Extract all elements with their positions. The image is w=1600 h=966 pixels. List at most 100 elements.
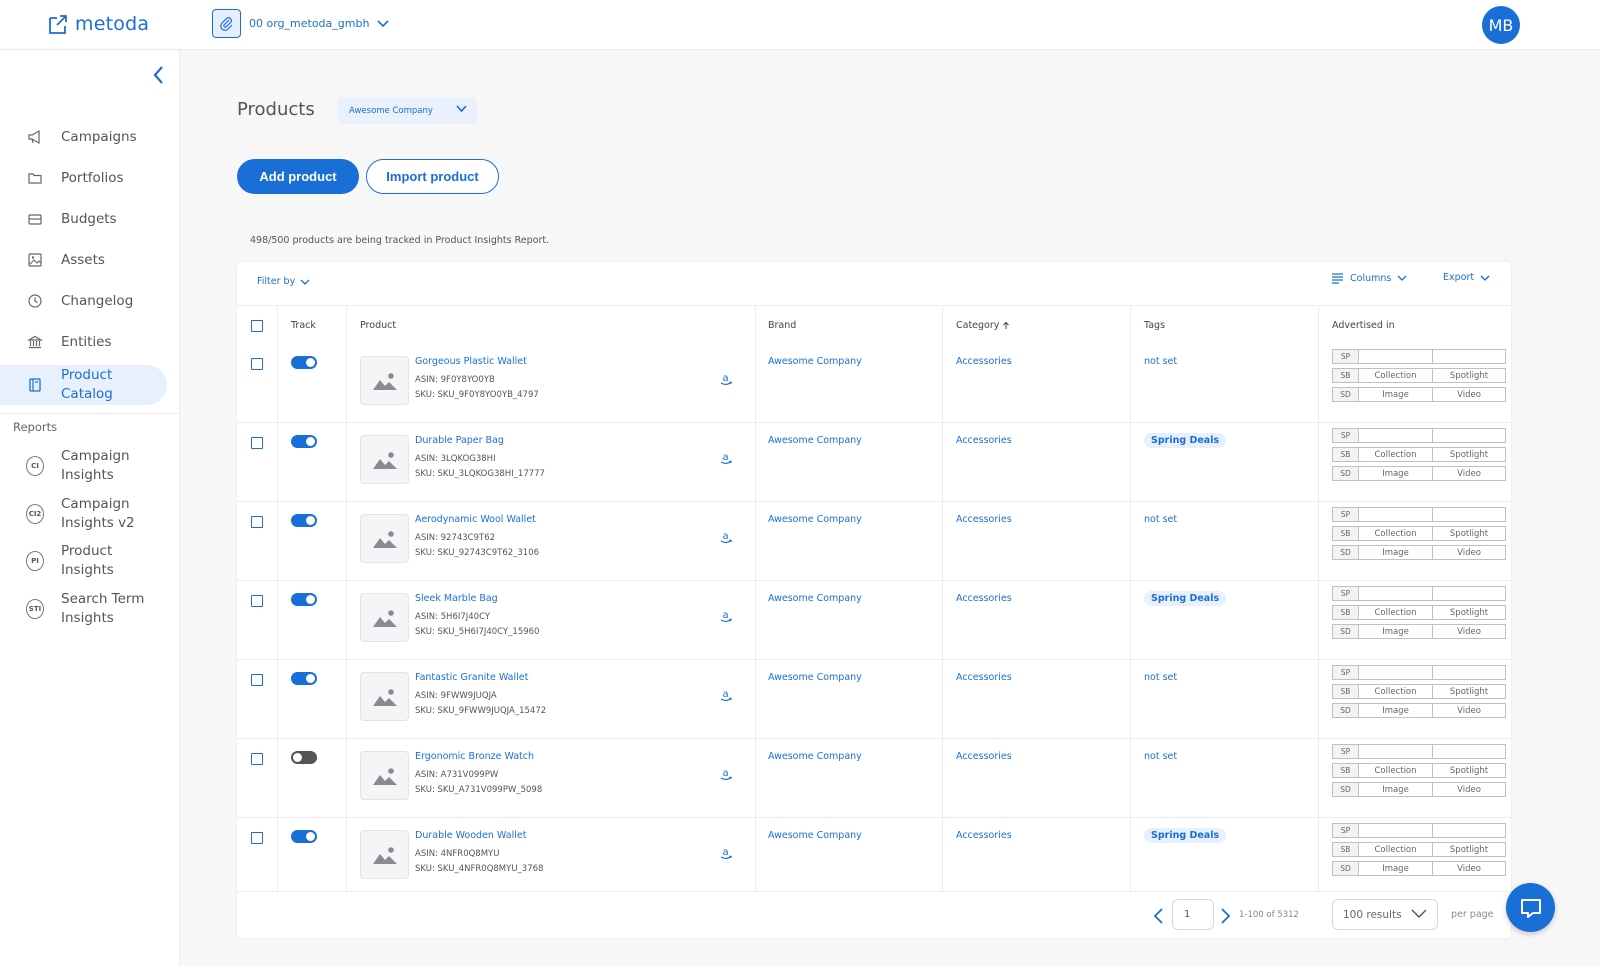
sidebar-item-product-catalog[interactable]: Product Catalog: [0, 365, 167, 405]
campaign-insights-v2-icon: CI2: [26, 504, 44, 524]
brand-link[interactable]: Awesome Company: [768, 514, 862, 525]
sidebar-item-product-insights[interactable]: PI Product Insights: [0, 541, 167, 581]
category-link[interactable]: Accessories: [956, 751, 1012, 762]
column-header-brand[interactable]: Brand: [768, 320, 796, 331]
product-name-link[interactable]: Gorgeous Plastic Wallet: [415, 356, 527, 367]
category-link[interactable]: Accessories: [956, 830, 1012, 841]
track-toggle[interactable]: [291, 593, 317, 606]
category-link[interactable]: Accessories: [956, 672, 1012, 683]
tag-badge[interactable]: not set: [1144, 672, 1177, 683]
product-name-link[interactable]: Aerodynamic Wool Wallet: [415, 514, 536, 525]
product-name-link[interactable]: Ergonomic Bronze Watch: [415, 751, 534, 762]
category-link[interactable]: Accessories: [956, 356, 1012, 367]
brand-link[interactable]: Awesome Company: [768, 830, 862, 841]
tag-badge[interactable]: Spring Deals: [1144, 433, 1227, 448]
sp-cell: [1433, 744, 1506, 759]
table-row: Fantastic Granite Wallet ASIN: 9FWW9JUQJA…: [237, 660, 1511, 739]
track-toggle[interactable]: [291, 751, 317, 764]
row-checkbox[interactable]: [251, 437, 263, 449]
sidebar-item-search-term-insights[interactable]: STI Search Term Insights: [0, 589, 167, 629]
category-link[interactable]: Accessories: [956, 514, 1012, 525]
brand-link[interactable]: Awesome Company: [768, 356, 862, 367]
column-header-track[interactable]: Track: [291, 320, 316, 331]
column-header-product[interactable]: Product: [360, 320, 396, 331]
image-placeholder-icon: [372, 767, 397, 785]
track-toggle[interactable]: [291, 435, 317, 448]
product-name-link[interactable]: Sleek Marble Bag: [415, 593, 498, 604]
add-product-button[interactable]: Add product: [237, 159, 359, 194]
next-page-button[interactable]: [1220, 907, 1232, 929]
chat-support-button[interactable]: [1506, 883, 1555, 932]
product-sku: SKU: SKU_9F0Y8YO0YB_4797: [415, 390, 539, 400]
tag-badge[interactable]: not set: [1144, 514, 1177, 525]
filter-by-button[interactable]: Filter by: [257, 276, 310, 287]
sp-cell: [1359, 586, 1433, 601]
sp-label: SP: [1332, 823, 1359, 838]
category-link[interactable]: Accessories: [956, 435, 1012, 446]
product-name-link[interactable]: Durable Wooden Wallet: [415, 830, 526, 841]
company-selector[interactable]: Awesome Company: [338, 97, 477, 124]
sidebar-item-assets[interactable]: Assets: [0, 240, 167, 280]
amazon-icon[interactable]: a: [719, 451, 733, 465]
product-name-link[interactable]: Durable Paper Bag: [415, 435, 504, 446]
row-checkbox[interactable]: [251, 674, 263, 686]
column-header-tags[interactable]: Tags: [1144, 320, 1165, 331]
brand-link[interactable]: Awesome Company: [768, 593, 862, 604]
brand-link[interactable]: Awesome Company: [768, 672, 862, 683]
product-name-link[interactable]: Fantastic Granite Wallet: [415, 672, 528, 683]
sidebar-item-changelog[interactable]: Changelog: [0, 281, 167, 321]
export-button[interactable]: Export: [1443, 272, 1490, 283]
sp-cell: [1433, 823, 1506, 838]
select-all-checkbox[interactable]: [251, 320, 263, 332]
per-page-label: per page: [1451, 909, 1494, 920]
product-asin: ASIN: 92743C9T62: [415, 533, 496, 543]
avatar[interactable]: MB: [1482, 6, 1520, 44]
org-selector[interactable]: 00 org_metoda_gmbh: [212, 9, 390, 38]
book-icon: [26, 376, 44, 394]
sidebar-item-entities[interactable]: Entities: [0, 322, 167, 362]
svg-text:a: a: [723, 689, 729, 700]
sidebar-item-campaign-insights[interactable]: CI Campaign Insights: [0, 446, 167, 486]
track-toggle[interactable]: [291, 514, 317, 527]
track-toggle[interactable]: [291, 672, 317, 685]
row-checkbox[interactable]: [251, 753, 263, 765]
amazon-icon[interactable]: a: [719, 530, 733, 544]
columns-button[interactable]: Columns: [1331, 272, 1407, 284]
previous-page-button[interactable]: [1152, 907, 1164, 929]
sd-image-cell: Image: [1359, 466, 1433, 481]
brand-link[interactable]: Awesome Company: [768, 751, 862, 762]
row-checkbox[interactable]: [251, 832, 263, 844]
tag-badge[interactable]: Spring Deals: [1144, 828, 1227, 843]
sidebar-item-portfolios[interactable]: Portfolios: [0, 158, 167, 198]
track-toggle[interactable]: [291, 356, 317, 369]
results-per-page-select[interactable]: 100 results: [1332, 899, 1438, 930]
product-sku: SKU: SKU_9FWW9JUQJA_15472: [415, 706, 547, 716]
sb-spotlight-cell: Spotlight: [1433, 368, 1506, 383]
amazon-icon[interactable]: a: [719, 372, 733, 386]
column-header-category[interactable]: Category: [956, 320, 1010, 331]
advertised-in-grid: SP SB Collection Spotlight SD Image Video: [1332, 665, 1506, 722]
brand-link[interactable]: Awesome Company: [768, 435, 862, 446]
amazon-icon[interactable]: a: [719, 767, 733, 781]
column-header-advertised-in[interactable]: Advertised in: [1332, 320, 1395, 331]
collapse-sidebar-button[interactable]: [149, 64, 169, 86]
row-checkbox[interactable]: [251, 595, 263, 607]
row-checkbox[interactable]: [251, 516, 263, 528]
logo[interactable]: metoda: [47, 12, 149, 36]
import-product-button[interactable]: Import product: [366, 159, 499, 194]
amazon-icon[interactable]: a: [719, 609, 733, 623]
amazon-icon[interactable]: a: [719, 846, 733, 860]
track-toggle[interactable]: [291, 830, 317, 843]
category-link[interactable]: Accessories: [956, 593, 1012, 604]
amazon-icon[interactable]: a: [719, 688, 733, 702]
row-checkbox[interactable]: [251, 358, 263, 370]
tag-badge[interactable]: Spring Deals: [1144, 591, 1227, 606]
sidebar-item-campaigns[interactable]: Campaigns: [0, 117, 167, 157]
sidebar-item-campaign-insights-v2[interactable]: CI2 Campaign Insights v2: [0, 494, 167, 534]
tag-badge[interactable]: not set: [1144, 751, 1177, 762]
sidebar-item-budgets[interactable]: Budgets: [0, 199, 167, 239]
sb-collection-cell: Collection: [1359, 842, 1433, 857]
tag-badge[interactable]: not set: [1144, 356, 1177, 367]
table-row: Durable Wooden Wallet ASIN: 4NFR0Q8MYU SKU…: [237, 818, 1511, 897]
page-number-input[interactable]: [1172, 899, 1214, 930]
